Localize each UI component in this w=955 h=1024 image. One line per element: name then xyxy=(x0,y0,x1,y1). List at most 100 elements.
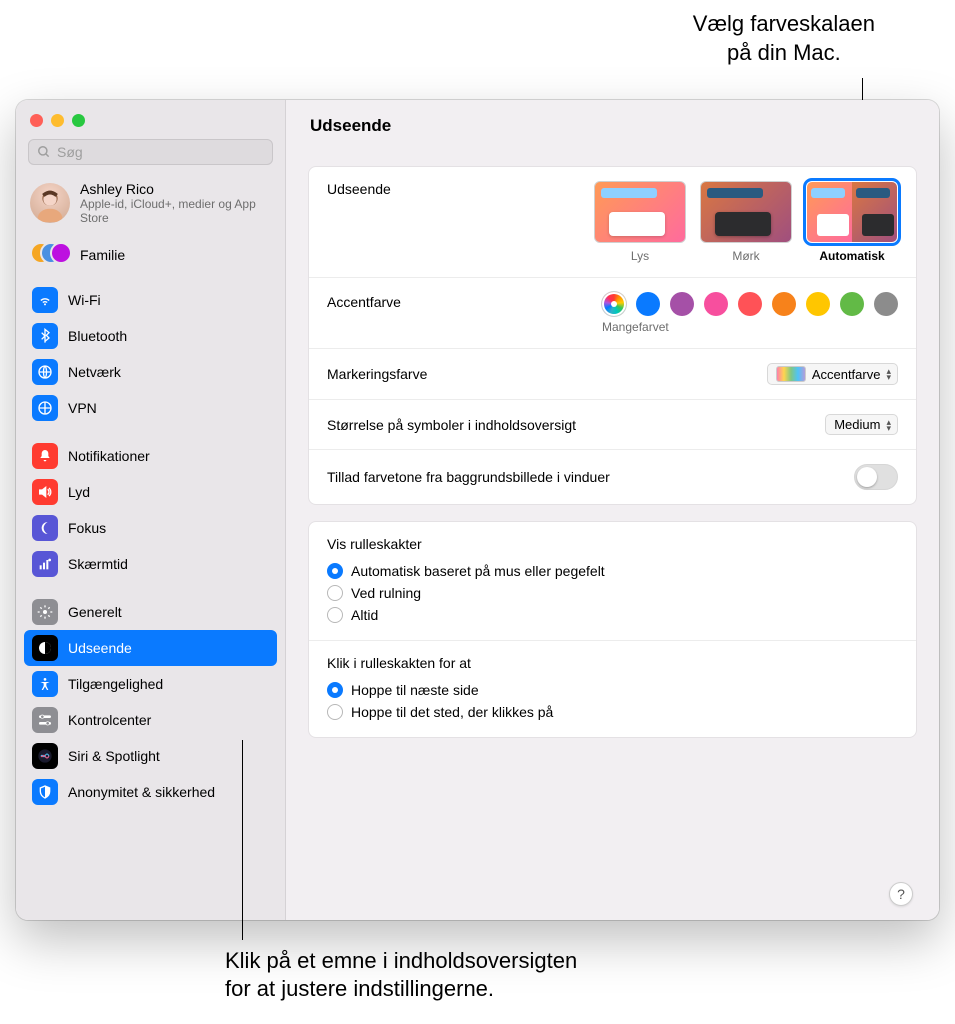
sidebar-icon-label: Størrelse på symboler i indholdsoversigt xyxy=(327,417,576,433)
sidebar-item-controlcenter[interactable]: Kontrolcenter xyxy=(24,702,277,738)
sidebar-item-general[interactable]: Generelt xyxy=(24,594,277,630)
sidebar-item-screentime[interactable]: Skærmtid xyxy=(24,546,277,582)
sidebar-item-label: Kontrolcenter xyxy=(68,712,151,728)
privacy-icon xyxy=(32,779,58,805)
accent-caption: Mangefarvet xyxy=(602,320,898,334)
sidebar-item-appearance[interactable]: Udseende xyxy=(24,630,277,666)
search-input[interactable] xyxy=(57,144,264,160)
scrollbar-show-option-0[interactable]: Automatisk baseret på mus eller pegefelt xyxy=(327,560,898,582)
radio-label: Hoppe til det sted, der klikkes på xyxy=(351,704,553,720)
radio-icon xyxy=(327,607,343,623)
search-field[interactable] xyxy=(28,139,273,165)
controlcenter-icon xyxy=(32,707,58,733)
scrollbar-click-option-0[interactable]: Hoppe til næste side xyxy=(327,679,898,701)
network-icon xyxy=(32,359,58,385)
accent-color-0[interactable] xyxy=(602,292,626,316)
page-title: Udseende xyxy=(286,100,939,150)
callout-top: Vælg farveskalaen på din Mac. xyxy=(693,10,875,67)
sidebar-item-label: Anonymitet & sikkerhed xyxy=(68,784,215,800)
sidebar-item-siri[interactable]: Siri & Spotlight xyxy=(24,738,277,774)
chevron-updown-icon: ▴▾ xyxy=(886,419,891,431)
profile-text: Ashley Rico Apple-id, iCloud+, medier og… xyxy=(80,181,271,226)
highlight-swatch xyxy=(776,366,806,382)
sidebar-item-label: Generelt xyxy=(68,604,122,620)
help-icon: ? xyxy=(897,886,905,902)
scrollbar-show-option-1[interactable]: Ved rulning xyxy=(327,582,898,604)
sidebar-item-vpn[interactable]: VPN xyxy=(24,390,277,426)
window-controls xyxy=(16,100,285,137)
tint-toggle[interactable] xyxy=(854,464,898,490)
focus-icon xyxy=(32,515,58,541)
accent-color-2[interactable] xyxy=(670,292,694,316)
radio-icon xyxy=(327,682,343,698)
accent-row: Accentfarve Mangefarvet xyxy=(309,278,916,349)
sidebar-item-sound[interactable]: Lyd xyxy=(24,474,277,510)
sidebar-item-bluetooth[interactable]: Bluetooth xyxy=(24,318,277,354)
sidebar-item-label: Udseende xyxy=(68,640,132,656)
sidebar-icon-size-row: Størrelse på symboler i indholdsoversigt… xyxy=(309,400,916,450)
appearance-option-mork[interactable]: Mørk xyxy=(700,181,792,263)
settings-window: Ashley Rico Apple-id, iCloud+, medier og… xyxy=(16,100,939,920)
sidebar-item-label: Skærmtid xyxy=(68,556,128,572)
appearance-panel: Udseende Lys Mørk Automatisk Accentfarve M… xyxy=(308,166,917,505)
highlight-label: Markeringsfarve xyxy=(327,366,427,382)
sidebar-item-focus[interactable]: Fokus xyxy=(24,510,277,546)
sidebar-item-label: VPN xyxy=(68,400,97,416)
avatar xyxy=(30,183,70,223)
scrollbar-show-title: Vis rulleskakter xyxy=(327,536,898,552)
search-icon xyxy=(37,145,51,159)
close-button[interactable] xyxy=(30,114,43,127)
sidebar-item-notifications[interactable]: Notifikationer xyxy=(24,438,277,474)
chevron-updown-icon: ▴▾ xyxy=(886,368,891,380)
callout-bottom: Klik på et emne i indholdsoversigten for… xyxy=(225,947,577,1004)
scrollbar-click-option-1[interactable]: Hoppe til det sted, der klikkes på xyxy=(327,701,898,723)
radio-label: Ved rulning xyxy=(351,585,421,601)
appearance-option-caption: Automatisk xyxy=(806,249,898,263)
appearance-option-caption: Lys xyxy=(594,249,686,263)
accent-color-1[interactable] xyxy=(636,292,660,316)
sound-icon xyxy=(32,479,58,505)
vpn-icon xyxy=(32,395,58,421)
sidebar-item-wifi[interactable]: Wi-Fi xyxy=(24,282,277,318)
scrollbar-click-row: Klik i rulleskakten for at Hoppe til næs… xyxy=(309,641,916,737)
family-icon xyxy=(30,242,70,268)
appearance-option-lys[interactable]: Lys xyxy=(594,181,686,263)
appearance-icon xyxy=(32,635,58,661)
highlight-select[interactable]: Accentfarve ▴▾ xyxy=(767,363,898,385)
sidebar-item-accessibility[interactable]: Tilgængelighed xyxy=(24,666,277,702)
radio-label: Altid xyxy=(351,607,378,623)
minimize-button[interactable] xyxy=(51,114,64,127)
sidebar-item-label: Netværk xyxy=(68,364,121,380)
sidebar-item-privacy[interactable]: Anonymitet & sikkerhed xyxy=(24,774,277,810)
radio-label: Automatisk baseret på mus eller pegefelt xyxy=(351,563,605,579)
sidebar-item-network[interactable]: Netværk xyxy=(24,354,277,390)
accessibility-icon xyxy=(32,671,58,697)
accent-color-7[interactable] xyxy=(840,292,864,316)
general-icon xyxy=(32,599,58,625)
sidebar-list: Wi-FiBluetooth Netværk VPN Notifikationer Ly… xyxy=(16,282,285,920)
accent-color-6[interactable] xyxy=(806,292,830,316)
screentime-icon xyxy=(32,551,58,577)
family-row[interactable]: Familie xyxy=(16,232,285,282)
accent-color-8[interactable] xyxy=(874,292,898,316)
sidebar-item-label: Siri & Spotlight xyxy=(68,748,160,764)
accent-color-5[interactable] xyxy=(772,292,796,316)
wallpaper-tint-row: Tillad farvetone fra baggrundsbillede i … xyxy=(309,450,916,504)
sidebar-icon-select[interactable]: Medium ▴▾ xyxy=(825,414,898,435)
appearance-label: Udseende xyxy=(327,181,391,197)
sidebar-item-label: Lyd xyxy=(68,484,90,500)
callout-line-bottom xyxy=(242,740,243,940)
accent-color-4[interactable] xyxy=(738,292,762,316)
scrollbar-show-option-2[interactable]: Altid xyxy=(327,604,898,626)
profile-row[interactable]: Ashley Rico Apple-id, iCloud+, medier og… xyxy=(16,175,285,232)
content-pane: Udseende Udseende Lys Mørk Automatisk Acce… xyxy=(286,100,939,920)
radio-icon xyxy=(327,704,343,720)
sidebar: Ashley Rico Apple-id, iCloud+, medier og… xyxy=(16,100,286,920)
help-button[interactable]: ? xyxy=(889,882,913,906)
appearance-option-auto[interactable]: Automatisk xyxy=(806,181,898,263)
highlight-row: Markeringsfarve Accentfarve ▴▾ xyxy=(309,349,916,400)
fullscreen-button[interactable] xyxy=(72,114,85,127)
siri-icon xyxy=(32,743,58,769)
accent-color-3[interactable] xyxy=(704,292,728,316)
appearance-option-caption: Mørk xyxy=(700,249,792,263)
